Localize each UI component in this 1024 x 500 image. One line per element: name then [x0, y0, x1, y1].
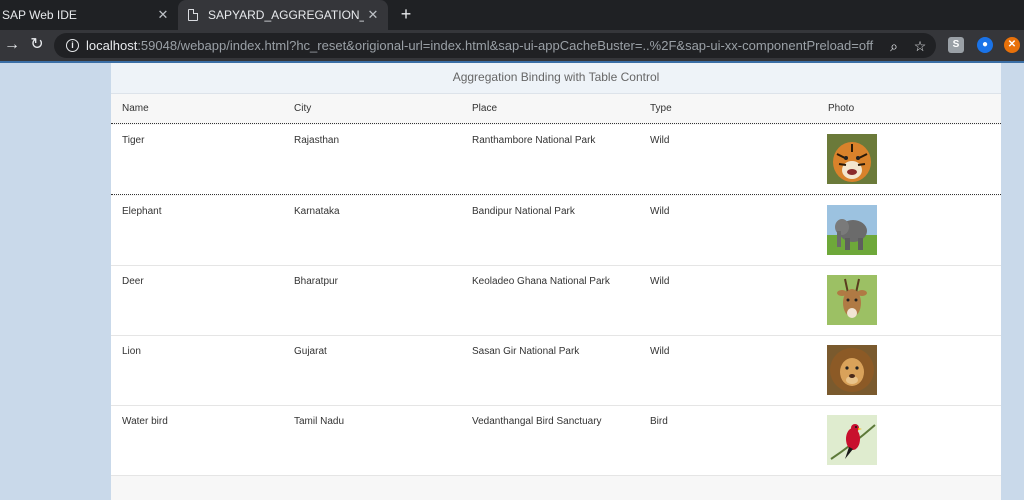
cell-city: Bharatpur [294, 276, 338, 287]
cell-name: Water bird [122, 416, 168, 427]
cell-place: Ranthambore National Park [472, 135, 596, 146]
cell-type: Wild [650, 346, 670, 357]
browser-tab-sap-web-ide[interactable]: SAP Web IDE ✕ [0, 0, 178, 30]
column-header-type: Type [650, 103, 672, 114]
table-row[interactable]: Tiger Rajasthan Ranthambore National Par… [111, 125, 1001, 195]
cell-type: Bird [650, 416, 668, 427]
bird-photo [827, 415, 877, 465]
deer-photo [827, 275, 877, 325]
table-row[interactable]: Water bird Tamil Nadu Vedanthangal Bird … [111, 406, 1001, 476]
cell-name: Elephant [122, 206, 162, 217]
url-path: :59048/webapp/index.html?hc_reset&origio… [137, 38, 874, 53]
table-row[interactable]: Lion Gujarat Sasan Gir National Park Wil… [111, 336, 1001, 406]
app-panel: Aggregation Binding with Table Control N… [111, 63, 1001, 500]
close-icon[interactable]: ✕ [364, 7, 382, 23]
column-header-name: Name [122, 103, 149, 114]
document-icon [188, 9, 198, 21]
page-title: Aggregation Binding with Table Control [111, 63, 1001, 94]
cell-place: Vedanthangal Bird Sanctuary [472, 416, 602, 427]
cell-city: Gujarat [294, 346, 327, 357]
extension-orange-icon[interactable]: ✕ [1004, 37, 1020, 53]
zoom-icon[interactable]: ⌕ [884, 36, 904, 56]
table-row[interactable]: Elephant Karnataka Bandipur National Par… [111, 196, 1001, 266]
elephant-photo [827, 205, 877, 255]
close-icon[interactable]: ✕ [154, 7, 172, 23]
column-header-photo: Photo [828, 103, 855, 114]
cell-type: Wild [650, 276, 670, 287]
reload-icon[interactable]: ↻ [27, 35, 47, 55]
table-header: Name City Place Type Photo [111, 94, 1001, 124]
cell-place: Keoladeo Ghana National Park [472, 276, 610, 287]
browser-toolbar: → ↻ i localhost:59048/webapp/index.html?… [0, 30, 1024, 61]
cell-city: Karnataka [294, 206, 340, 217]
table-row[interactable]: Deer Bharatpur Keoladeo Ghana National P… [111, 266, 1001, 336]
url-text[interactable]: localhost:59048/webapp/index.html?hc_res… [86, 38, 873, 53]
cell-type: Wild [650, 206, 670, 217]
star-icon[interactable]: ☆ [910, 36, 930, 56]
extension-s-icon[interactable]: S [948, 37, 964, 53]
address-bar[interactable]: i localhost:59048/webapp/index.html?hc_r… [54, 33, 936, 58]
cell-name: Tiger [122, 135, 145, 146]
new-tab-plus-icon[interactable]: + [396, 4, 416, 24]
url-host: localhost [86, 38, 138, 53]
cell-name: Deer [122, 276, 144, 287]
cell-name: Lion [122, 346, 141, 357]
extension-blue-icon[interactable]: ● [977, 37, 993, 53]
forward-arrow-icon[interactable]: → [2, 35, 22, 55]
browser-tab-strip: SAP Web IDE ✕ SAPYARD_AGGREGATION_BINDIN… [0, 0, 1024, 30]
tiger-photo [827, 134, 877, 184]
lion-photo [827, 345, 877, 395]
tab-title: SAPYARD_AGGREGATION_BINDIN [208, 8, 364, 22]
cell-city: Rajasthan [294, 135, 340, 146]
browser-tab-sapyard[interactable]: SAPYARD_AGGREGATION_BINDIN ✕ [178, 0, 388, 30]
cell-place: Bandipur National Park [472, 206, 575, 217]
cell-place: Sasan Gir National Park [472, 346, 580, 357]
info-icon[interactable]: i [66, 39, 79, 52]
column-header-city: City [294, 103, 312, 114]
cell-type: Wild [650, 135, 670, 146]
cell-city: Tamil Nadu [294, 416, 345, 427]
tab-title: SAP Web IDE [2, 8, 77, 22]
column-header-place: Place [472, 103, 498, 114]
